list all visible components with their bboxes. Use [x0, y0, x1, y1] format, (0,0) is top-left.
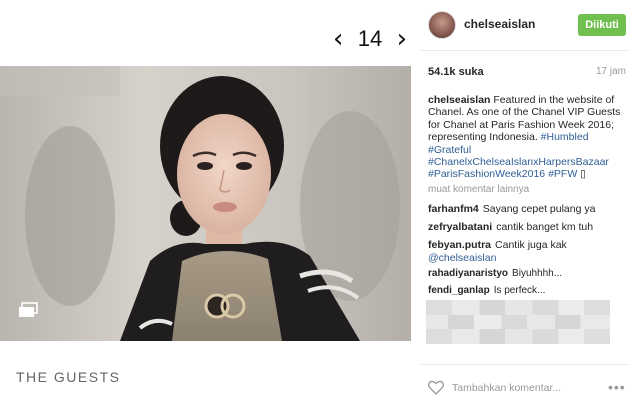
gallery-counter: ‹ 14 › [333, 26, 407, 52]
comment-username[interactable]: rahadiyanaristyo [428, 268, 508, 279]
load-more-comments-link[interactable]: muat komentar lainnya [428, 184, 529, 195]
hashtag[interactable]: #Humbled [541, 131, 589, 143]
divider [420, 50, 630, 51]
comment-item: farhanfm4 Sayang cepet pulang ya [428, 203, 626, 216]
comment-item: rahadiyanaristyo Biyuhhhh... [428, 268, 626, 281]
likes-count[interactable]: 54.1k suka [428, 66, 484, 78]
post-time: 17 jam [595, 66, 626, 77]
comment-input[interactable] [452, 380, 598, 396]
comment-text: Sayang cepet pulang ya [482, 203, 596, 215]
comment-username[interactable]: zefryalbatani [428, 221, 492, 233]
post-photo[interactable] [0, 66, 411, 341]
comment-username[interactable]: fendi_ganlap [428, 285, 490, 296]
chevron-right-icon[interactable]: › [397, 26, 407, 52]
hashtag[interactable]: #ChanelxChelseaIslanxHarpersBazaar [428, 156, 609, 168]
more-options-icon[interactable]: ••• [608, 380, 626, 394]
instagram-post-panel: chelseaislan Diikuti 54.1k suka 17 jam c… [412, 0, 630, 410]
hashtag[interactable]: #Grateful [428, 144, 471, 156]
comment-text: Is perfeck... [493, 285, 546, 296]
comment-text: cantik banget km tuh [496, 221, 594, 233]
divider [420, 364, 630, 365]
chevron-left-icon[interactable]: ‹ [333, 26, 343, 52]
caption-emoji: ▯ [580, 168, 586, 181]
heart-icon[interactable] [427, 380, 445, 395]
gallery-icon [18, 302, 38, 318]
comment-mention[interactable]: @chelseaislan [428, 252, 496, 264]
follow-button[interactable]: Diikuti [578, 14, 626, 36]
slide-number: 14 [357, 26, 383, 51]
post-username[interactable]: chelseaislan [464, 17, 535, 31]
comment-text: Biyuhhhh... [512, 268, 563, 279]
comment-text: Cantik juga kak [495, 239, 567, 251]
caption-username[interactable]: chelseaislan [428, 94, 490, 106]
section-title: THE GUESTS [16, 369, 121, 385]
blurred-comments [426, 300, 610, 344]
comment-username[interactable]: farhanfm4 [428, 203, 479, 215]
post-caption: chelseaislan Featured in the website of … [428, 94, 624, 181]
comment-item: zefryalbatani cantik banget km tuh [428, 221, 626, 234]
hashtag[interactable]: #PFW [548, 168, 577, 180]
avatar[interactable] [428, 11, 456, 39]
comment-item: febyan.putra Cantik juga kak @chelseaisla… [428, 239, 626, 264]
comment-item: fendi_ganlap Is perfeck... [428, 285, 626, 298]
comment-username[interactable]: febyan.putra [428, 239, 491, 251]
hashtag[interactable]: #ParisFashionWeek2016 [428, 168, 545, 180]
